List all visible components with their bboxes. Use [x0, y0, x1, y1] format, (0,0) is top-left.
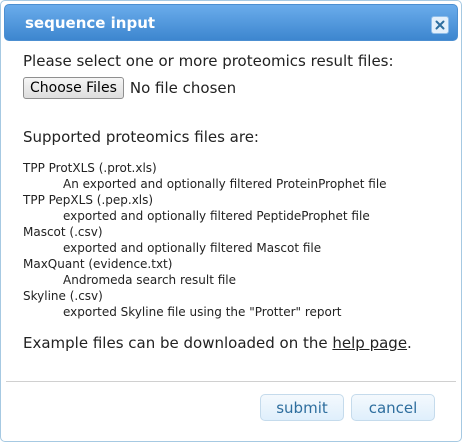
cancel-button[interactable]: cancel [351, 394, 435, 421]
close-button[interactable] [431, 16, 449, 34]
file-prompt: Please select one or more proteomics res… [23, 52, 394, 70]
format-name: Mascot (.csv) [23, 225, 103, 239]
choose-files-button[interactable]: Choose Files [23, 77, 124, 99]
example-note: Example files can be downloaded on the h… [23, 333, 451, 353]
dialog-titlebar[interactable]: sequence input [4, 4, 458, 41]
supported-heading: Supported proteomics files are: [23, 128, 259, 146]
format-description: An exported and optionally filtered Prot… [63, 177, 387, 191]
format-description: exported and optionally filtered Mascot … [63, 241, 322, 255]
sequence-input-dialog: sequence input Please select one or more… [0, 0, 462, 442]
dialog-content: Please select one or more proteomics res… [23, 51, 451, 353]
format-list: TPP ProtXLS (.prot.xls) An exported and … [23, 160, 451, 320]
no-file-status: No file chosen [129, 79, 237, 97]
format-name: MaxQuant (evidence.txt) [23, 257, 173, 271]
dialog-title: sequence input [25, 14, 156, 32]
example-suffix: . [407, 334, 412, 352]
format-description: exported Skyline file using the "Protter… [63, 305, 342, 319]
submit-button[interactable]: submit [260, 394, 344, 421]
format-name: TPP PepXLS (.pep.xls) [23, 193, 154, 207]
example-text: Example files can be downloaded on the [23, 334, 333, 352]
file-input: Choose Files No file chosen [23, 76, 451, 100]
format-description: exported and optionally filtered Peptide… [63, 209, 370, 223]
help-page-link[interactable]: help page [332, 334, 407, 352]
format-name: TPP ProtXLS (.prot.xls) [23, 161, 157, 175]
format-description: Andromeda search result file [63, 273, 237, 287]
format-name: Skyline (.csv) [23, 289, 103, 303]
close-icon [435, 20, 445, 30]
button-pane-divider [6, 381, 456, 382]
